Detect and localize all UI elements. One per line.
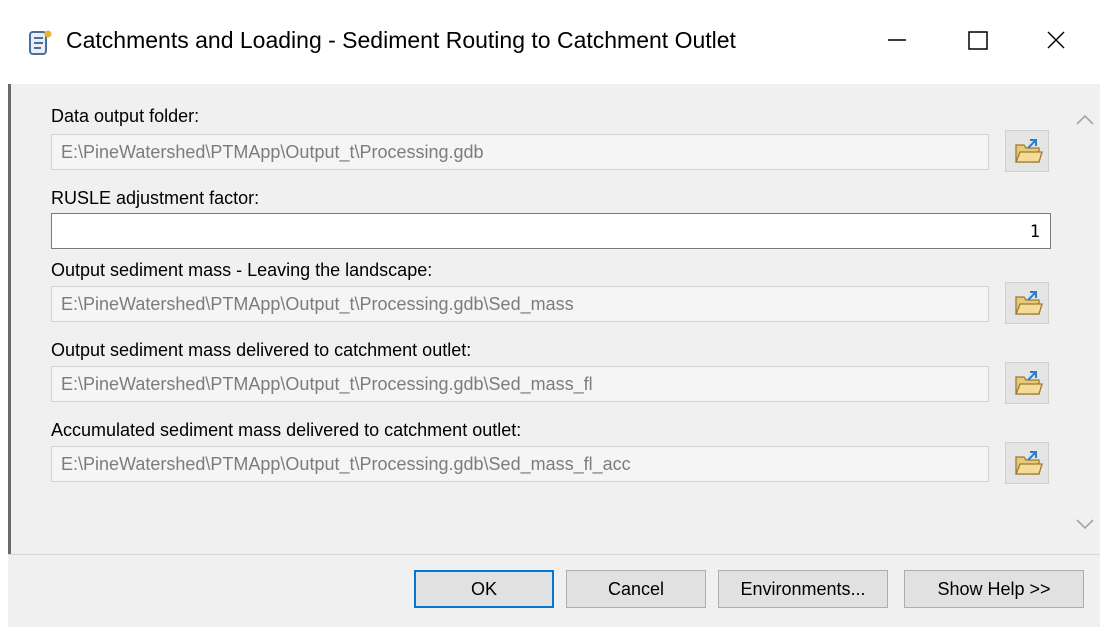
browse-accumulated-sediment-mass-button[interactable] [1005,442,1049,484]
open-folder-icon [1015,291,1043,315]
close-button[interactable] [1034,14,1094,74]
scroll-up-arrow-icon[interactable] [1073,110,1097,130]
browse-data-output-folder-button[interactable] [1005,130,1049,172]
scroll-down-arrow-icon[interactable] [1073,514,1097,534]
accumulated-sediment-mass-field[interactable]: E:\PineWatershed\PTMApp\Output_t\Process… [51,446,989,482]
parameters-panel: Data output folder: E:\PineWatershed\PTM… [8,84,1100,554]
cancel-button[interactable]: Cancel [566,570,706,608]
output-sediment-mass-fl-field[interactable]: E:\PineWatershed\PTMApp\Output_t\Process… [51,366,989,402]
close-icon [1047,31,1065,49]
open-folder-icon [1015,371,1043,395]
dialog-footer: OK Cancel Environments... Show Help >> [8,554,1100,627]
open-folder-icon [1015,451,1043,475]
environments-button[interactable]: Environments... [718,570,888,608]
output-sediment-mass-field[interactable]: E:\PineWatershed\PTMApp\Output_t\Process… [51,286,989,322]
title-bar: Catchments and Loading - Sediment Routin… [0,0,1100,84]
open-folder-icon [1015,139,1043,163]
rusle-adjustment-factor-label: RUSLE adjustment factor: [51,188,260,208]
browse-sediment-mass-fl-button[interactable] [1005,362,1049,404]
script-scroll-icon [24,28,54,58]
minimize-button[interactable] [866,14,926,74]
data-output-folder-label: Data output folder: [51,106,200,126]
maximize-button[interactable] [948,14,1008,74]
rusle-adjustment-factor-input[interactable]: 1 [51,213,1051,249]
accumulated-sediment-mass-label: Accumulated sediment mass delivered to c… [51,420,522,440]
maximize-icon [968,31,988,50]
show-help-button[interactable]: Show Help >> [904,570,1084,608]
browse-sediment-mass-button[interactable] [1005,282,1049,324]
data-output-folder-field[interactable]: E:\PineWatershed\PTMApp\Output_t\Process… [51,134,989,170]
ok-button[interactable]: OK [414,570,554,608]
window-title: Catchments and Loading - Sediment Routin… [66,27,736,53]
output-sediment-mass-label: Output sediment mass - Leaving the lands… [51,260,433,280]
output-sediment-mass-fl-label: Output sediment mass delivered to catchm… [51,340,472,360]
